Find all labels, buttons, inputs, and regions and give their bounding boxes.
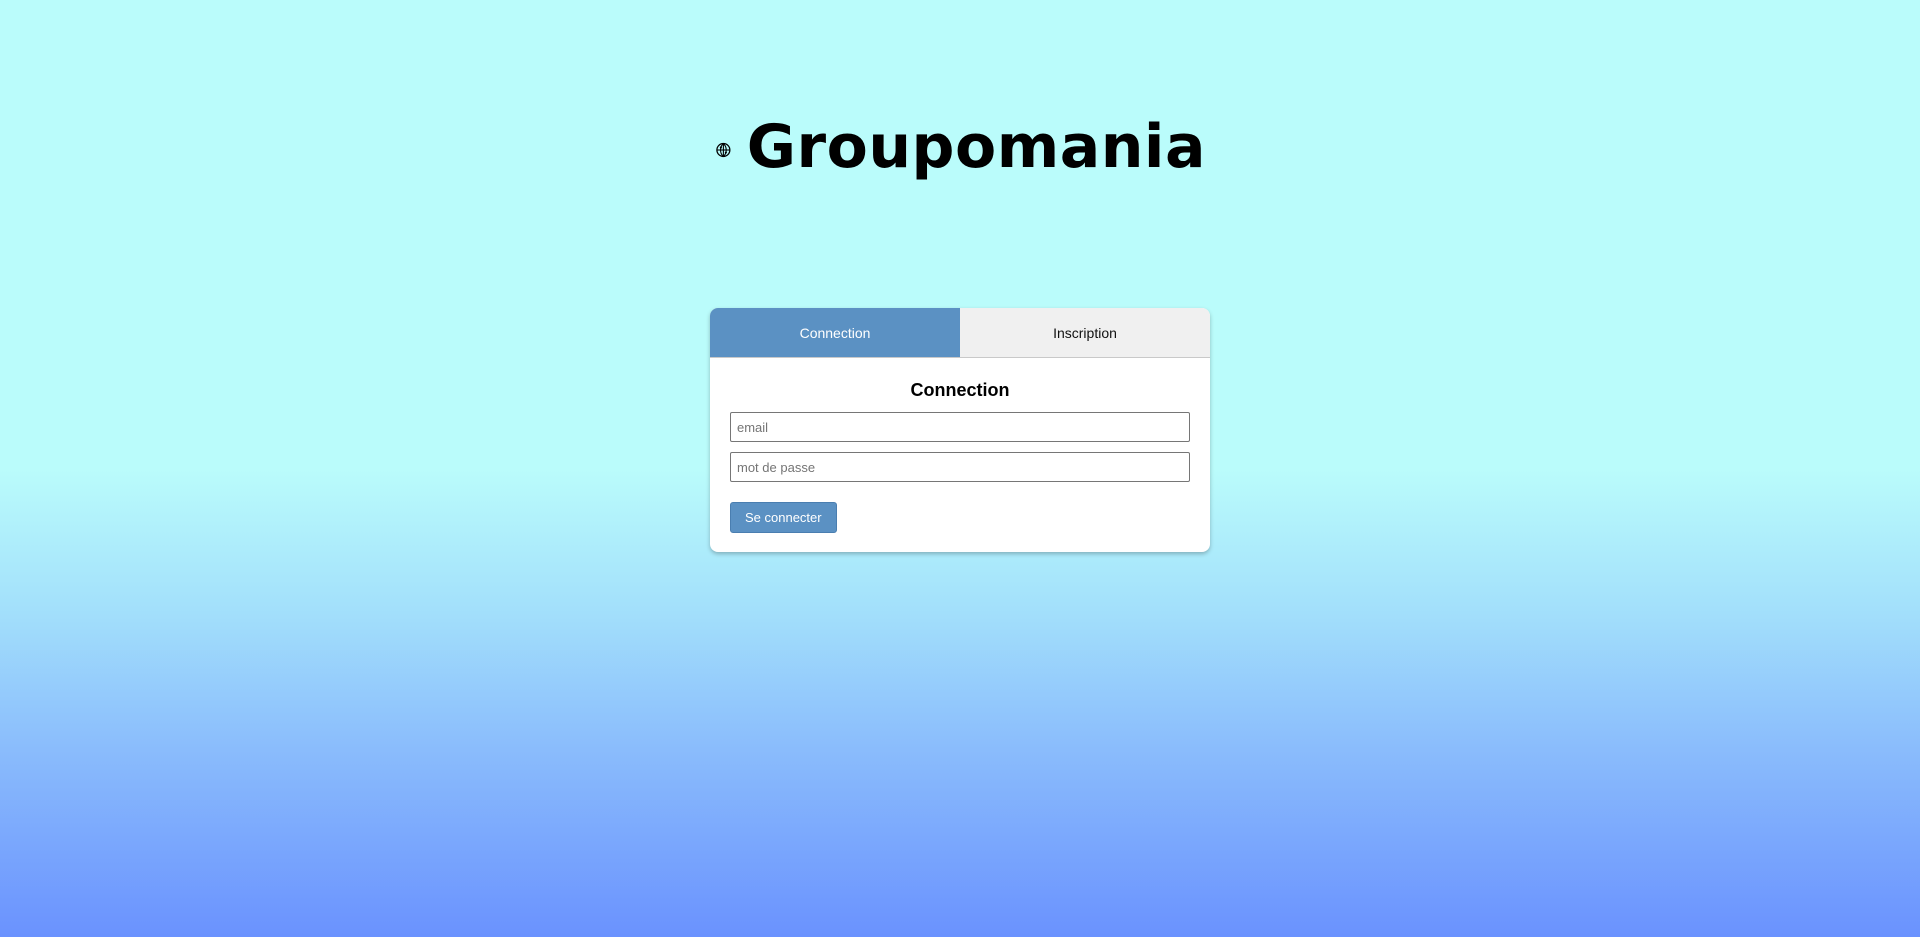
tab-connection[interactable]: Connection [710,308,960,357]
password-field[interactable] [730,452,1190,482]
form-title: Connection [910,380,1010,400]
login-form: Connection Se connecter [710,380,1210,533]
auth-tabs: Connection Inscription [710,308,1210,358]
login-button[interactable]: Se connecter [730,502,837,533]
auth-card: Connection Inscription Connection Se con… [710,308,1210,552]
globe-icon [716,142,731,158]
brand-logo: Groupomania [716,108,1206,192]
tab-inscription[interactable]: Inscription [960,308,1210,357]
email-field[interactable] [730,412,1190,442]
brand-name: Groupomania [746,112,1206,182]
